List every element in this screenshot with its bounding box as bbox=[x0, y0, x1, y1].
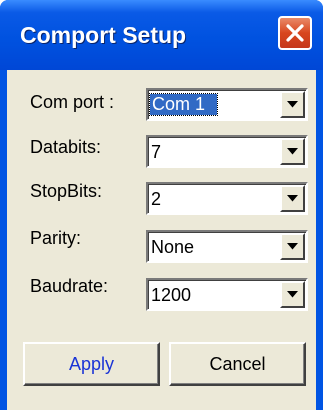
apply-button[interactable]: Apply bbox=[23, 342, 160, 386]
baudrate-dropdown-button[interactable] bbox=[280, 281, 305, 308]
chevron-down-icon bbox=[287, 291, 298, 298]
title-bar[interactable]: Comport Setup bbox=[0, 0, 323, 70]
parity-dropdown-button[interactable] bbox=[280, 233, 305, 260]
parity-value: None bbox=[151, 237, 195, 257]
com-port-label: Com port : bbox=[30, 92, 115, 112]
comport-setup-dialog: Comport Setup Com port : Com 1 Databits:… bbox=[0, 0, 323, 410]
close-button[interactable] bbox=[278, 16, 312, 50]
databits-value: 7 bbox=[151, 142, 162, 162]
stopbits-value: 2 bbox=[151, 189, 162, 209]
close-icon bbox=[286, 24, 304, 42]
cancel-button[interactable]: Cancel bbox=[169, 342, 306, 386]
databits-select[interactable]: 7 bbox=[146, 135, 308, 168]
databits-label: Databits: bbox=[30, 137, 102, 157]
stopbits-select[interactable]: 2 bbox=[146, 182, 308, 215]
chevron-down-icon bbox=[287, 148, 298, 155]
window-title: Comport Setup bbox=[20, 22, 187, 48]
chevron-down-icon bbox=[287, 101, 298, 108]
parity-label: Parity: bbox=[30, 228, 82, 248]
parity-select[interactable]: None bbox=[146, 230, 308, 263]
com-port-select[interactable]: Com 1 bbox=[146, 88, 308, 121]
databits-dropdown-button[interactable] bbox=[280, 138, 305, 165]
chevron-down-icon bbox=[287, 195, 298, 202]
baudrate-select[interactable]: 1200 bbox=[146, 278, 308, 311]
com-port-value: Com 1 bbox=[148, 93, 219, 116]
stopbits-label: StopBits: bbox=[30, 181, 103, 201]
dialog-body: Com port : Com 1 Databits: 7 StopBits: 2 bbox=[7, 70, 316, 410]
com-port-dropdown-button[interactable] bbox=[280, 91, 305, 118]
baudrate-value: 1200 bbox=[151, 285, 192, 305]
baudrate-label: Baudrate: bbox=[30, 276, 109, 296]
stopbits-dropdown-button[interactable] bbox=[280, 185, 305, 212]
chevron-down-icon bbox=[287, 243, 298, 250]
